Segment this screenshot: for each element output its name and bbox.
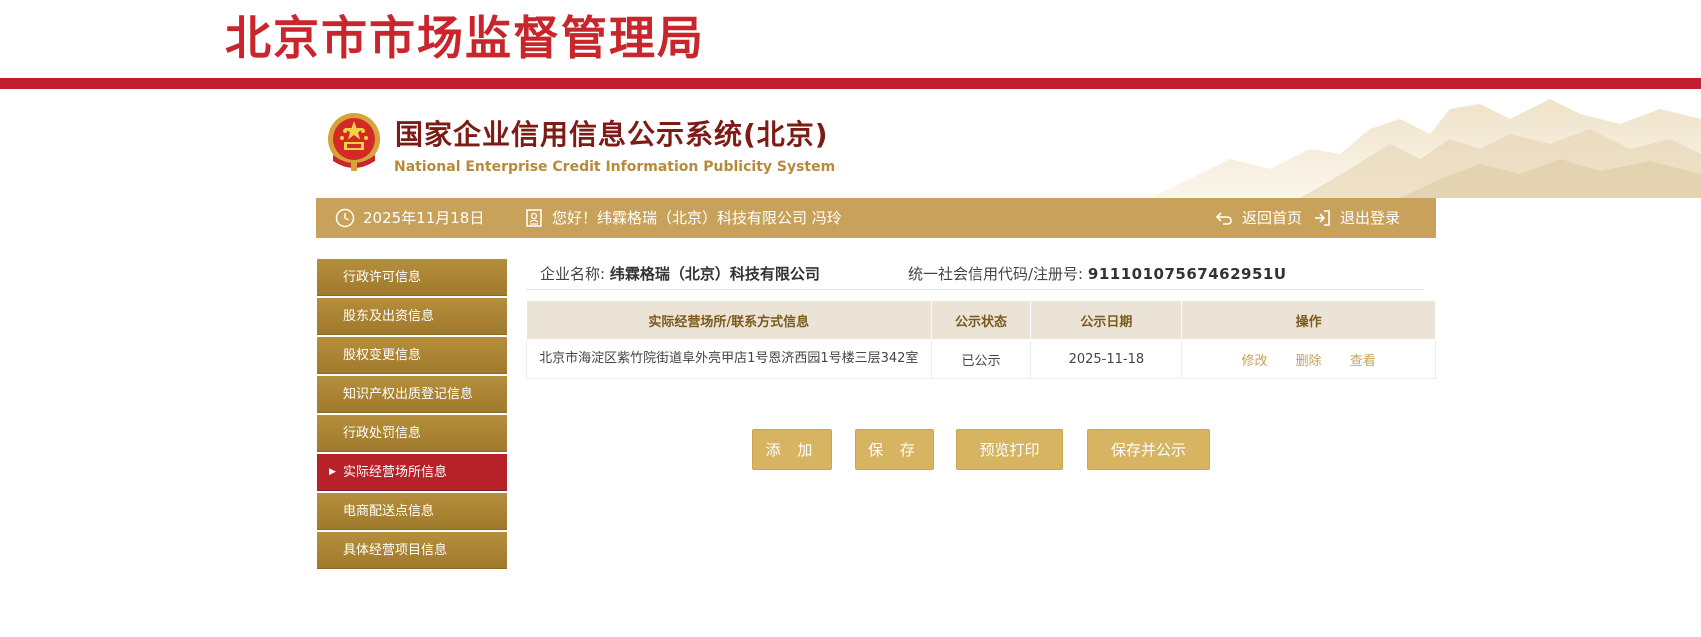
date-display: 2025年11月18日: [335, 198, 484, 238]
sidebar-item-label: 股东及出资信息: [343, 309, 435, 324]
cell-date: 2025-11-18: [1030, 339, 1183, 379]
current-date: 2025年11月18日: [363, 209, 485, 227]
system-header: 国家企业信用信息公示系统(北京) National Enterprise Cre…: [0, 89, 1701, 198]
premises-table: 实际经营场所/联系方式信息 公示状态 公示日期 操作 北京市海淀区紫竹院街道阜外…: [526, 300, 1436, 379]
preview-print-button[interactable]: 预览打印: [956, 429, 1063, 470]
save-and-publish-button[interactable]: 保存并公示: [1087, 429, 1210, 470]
sidebar-item-ip-pledge[interactable]: 知识产权出质登记信息: [317, 376, 507, 413]
clock-icon: [335, 208, 355, 228]
top-banner: 北京市市场监督管理局: [0, 0, 1701, 78]
column-header-actions: 操作: [1181, 300, 1436, 340]
mountain-landscape-icon: [1150, 99, 1701, 198]
system-title-cn: 国家企业信用信息公示系统(北京): [395, 118, 829, 151]
home-link-label: 返回首页: [1242, 209, 1303, 227]
credit-code-value: 91110107567462951U: [1087, 265, 1287, 283]
cell-status: 已公示: [930, 339, 1032, 379]
bureau-title: 北京市市场监督管理局: [225, 11, 705, 65]
view-link[interactable]: 查看: [1350, 354, 1376, 369]
sidebar-item-admin-penalty[interactable]: 行政处罚信息: [317, 415, 507, 452]
triangle-right-icon: ▶: [329, 467, 336, 477]
cell-actions: 修改 删除 查看: [1181, 339, 1436, 379]
sidebar-item-shareholders[interactable]: 股东及出资信息: [317, 298, 507, 335]
sidebar-item-label: 行政许可信息: [343, 270, 422, 285]
credit-code-label: 统一社会信用代码/注册号:: [908, 265, 1084, 283]
info-bar: 2025年11月18日 您好！纬霖格瑞（北京）科技有限公司 冯玲 返回首页 退出…: [316, 198, 1436, 238]
user-badge-icon: [526, 209, 542, 227]
home-link[interactable]: 返回首页: [1214, 198, 1302, 238]
add-button[interactable]: 添 加: [752, 429, 832, 470]
table-header-row: 实际经营场所/联系方式信息 公示状态 公示日期 操作: [526, 300, 1436, 340]
sidebar-item-business-items[interactable]: 具体经营项目信息: [317, 532, 507, 569]
sidebar-item-label: 电商配送点信息: [343, 504, 435, 519]
sidebar-item-label: 知识产权出质登记信息: [343, 387, 474, 402]
company-name: 企业名称: 纬霖格瑞（北京）科技有限公司: [540, 259, 820, 289]
cell-address: 北京市海淀区紫竹院街道阜外亮甲店1号恩济西园1号楼三层342室: [526, 339, 932, 379]
sidebar-item-label: 实际经营场所信息: [343, 465, 448, 480]
company-name-label: 企业名称:: [540, 265, 606, 283]
sidebar-item-ecommerce-delivery[interactable]: 电商配送点信息: [317, 493, 507, 530]
return-arrow-icon: [1215, 212, 1232, 225]
divider: [526, 289, 1424, 290]
greeting-text: 您好！纬霖格瑞（北京）科技有限公司 冯玲: [552, 209, 842, 227]
sidebar-item-label: 具体经营项目信息: [343, 543, 448, 558]
sidebar-item-label: 行政处罚信息: [343, 426, 422, 441]
credit-code: 统一社会信用代码/注册号: 91110107567462951U: [908, 259, 1287, 289]
logout-link-label: 退出登录: [1340, 209, 1401, 227]
delete-link[interactable]: 删除: [1296, 354, 1322, 369]
national-emblem-icon: [328, 113, 380, 171]
user-greeting: 您好！纬霖格瑞（北京）科技有限公司 冯玲: [524, 198, 842, 238]
sidebar-item-admin-license[interactable]: 行政许可信息: [317, 259, 507, 296]
sidebar-item-business-premises[interactable]: ▶ 实际经营场所信息: [317, 454, 507, 491]
save-button[interactable]: 保 存: [855, 429, 934, 470]
column-header-address: 实际经营场所/联系方式信息: [526, 300, 932, 340]
column-header-status: 公示状态: [930, 300, 1032, 340]
edit-link[interactable]: 修改: [1241, 354, 1267, 369]
table-row: 北京市海淀区紫竹院街道阜外亮甲店1号恩济西园1号楼三层342室 已公示 2025…: [526, 339, 1436, 379]
red-divider: [0, 78, 1701, 89]
sidebar-nav: 行政许可信息 股东及出资信息 股权变更信息 知识产权出质登记信息 行政处罚信息 …: [317, 259, 507, 571]
logout-icon: [1315, 210, 1330, 226]
system-title-en: National Enterprise Credit Information P…: [394, 159, 836, 175]
company-name-value: 纬霖格瑞（北京）科技有限公司: [609, 265, 820, 283]
sidebar-item-equity-change[interactable]: 股权变更信息: [317, 337, 507, 374]
sidebar-item-label: 股权变更信息: [343, 348, 422, 363]
column-header-date: 公示日期: [1030, 300, 1183, 340]
logout-link[interactable]: 退出登录: [1312, 198, 1400, 238]
